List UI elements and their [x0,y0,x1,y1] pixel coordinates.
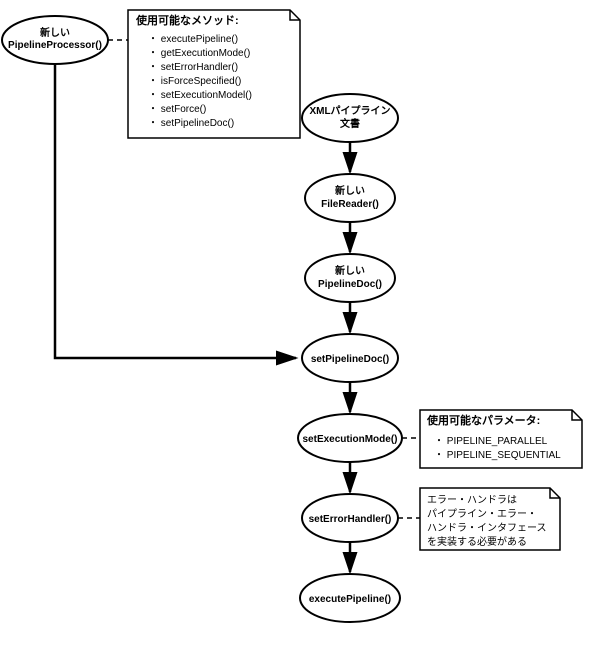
node-execute-pipeline: executePipeline() [300,574,400,622]
note-line: エラー・ハンドラは [427,494,517,506]
node-label: 文書 [340,117,360,130]
note-line: パイプライン・エラー・ [427,508,537,520]
node-set-execution-mode: setExecutionMode() [298,414,402,462]
svg-text:・ setForce(): ・ setForce() [148,104,206,115]
svg-text:・ setExecutionModel(): ・ setExecutionModel() [148,90,252,101]
node-label: setErrorHandler() [309,514,392,525]
node-label: PipelineDoc() [318,279,382,290]
svg-text:・ setPipelineDoc(): ・ setPipelineDoc() [148,118,234,129]
svg-text:・ executePipeline(): ・ executePipeline() [148,34,238,45]
node-set-pipeline-doc: setPipelineDoc() [302,334,398,382]
svg-text:・ setErrorHandler(): ・ setErrorHandler() [148,62,238,73]
svg-text:・ PIPELINE_PARALLEL: ・ PIPELINE_PARALLEL [434,436,548,447]
node-label: PipelineProcessor() [8,40,102,51]
node-label: executePipeline() [309,594,391,605]
node-xml-doc: XMLパイプライン 文書 [302,94,398,142]
node-pipeline-processor: 新しい PipelineProcessor() [2,16,108,64]
note-title: 使用可能なパラメータ: [426,413,540,427]
node-label: XMLパイプライン [309,104,390,117]
note-params: 使用可能なパラメータ: ・ PIPELINE_PARALLEL ・ PIPELI… [420,410,582,468]
svg-text:・ getExecutionMode(): ・ getExecutionMode() [148,48,250,59]
node-label: 新しい [335,264,365,277]
note-line: を実装する必要がある [427,535,527,548]
svg-text:・ PIPELINE_SEQUENTIAL: ・ PIPELINE_SEQUENTIAL [434,450,561,461]
note-methods: 使用可能なメソッド: ・ executePipeline() ・ getExec… [128,10,300,138]
node-label: 新しい [40,26,70,39]
node-label: setExecutionMode() [302,434,397,445]
node-set-error-handler: setErrorHandler() [302,494,398,542]
note-error-handler: エラー・ハンドラは パイプライン・エラー・ ハンドラ・インタフェース を実装する… [420,488,560,550]
node-label: setPipelineDoc() [311,354,389,365]
note-line: ハンドラ・インタフェース [427,522,547,534]
node-pipeline-doc: 新しい PipelineDoc() [305,254,395,302]
note-title: 使用可能なメソッド: [135,13,239,27]
node-label: FileReader() [321,199,379,210]
node-label: 新しい [335,184,365,197]
svg-text:・ isForceSpecified(): ・ isForceSpecified() [148,76,241,87]
node-file-reader: 新しい FileReader() [305,174,395,222]
